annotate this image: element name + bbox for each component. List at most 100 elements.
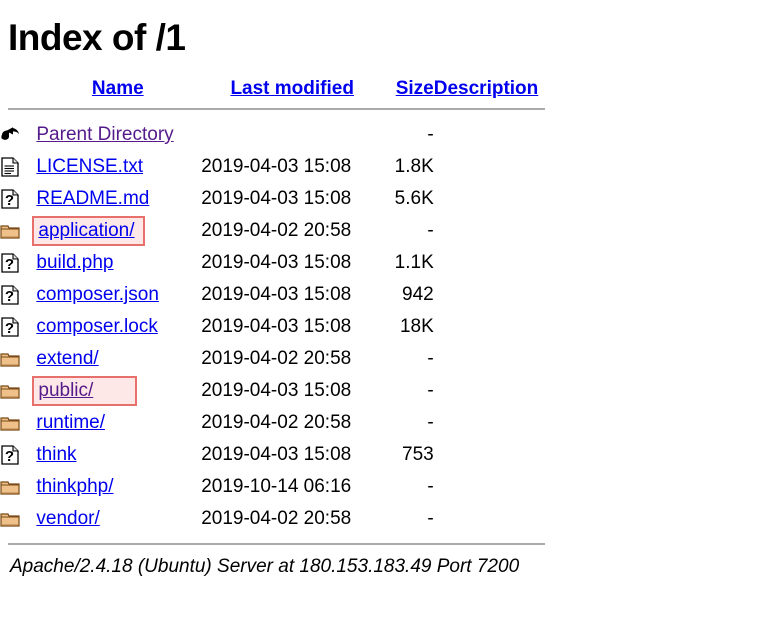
table-row: ? composer.lock 2019-04-03 15:08 18K [0,311,545,343]
row-size-cell: - [427,476,434,497]
unknown-file-icon: ? [0,316,20,338]
row-icon-cell [0,407,34,439]
row-description-cell [434,151,545,183]
row-date-cell: 2019-04-03 15:08 [201,284,352,305]
row-icon-cell: ? [0,439,34,471]
entry-link[interactable]: composer.json [36,284,159,305]
page-title: Index of /1 [8,17,186,58]
svg-text:?: ? [5,256,14,273]
sort-by-name-link[interactable]: Name [92,78,144,99]
svg-text:?: ? [5,320,14,337]
row-date-cell [201,119,383,151]
table-header-row: Name Last modified Size Description [0,60,545,100]
header-description[interactable]: Description [434,60,545,100]
name-container: README.md [34,187,151,211]
horizontal-rule-top [8,108,545,110]
unknown-file-icon: ? [0,252,20,274]
unknown-file-icon: ? [0,444,20,466]
header-divider-row [0,100,545,119]
row-date-cell: 2019-04-03 15:08 [201,156,352,177]
unknown-file-icon: ? [0,284,20,306]
table-row: ? build.php 2019-04-03 15:08 1.1K [0,247,545,279]
table-row: application/2019-04-02 20:58 - [0,215,545,247]
row-description-cell [434,119,545,151]
row-size-cell: - [427,412,434,433]
header-last-modified[interactable]: Last modified [201,60,383,100]
name-container: extend/ [34,347,100,371]
sort-by-size-link[interactable]: Size [396,78,434,99]
entry-link[interactable]: thinkphp/ [36,476,113,497]
entry-link[interactable]: vendor/ [36,508,99,529]
row-description-cell [434,311,545,343]
entry-link[interactable]: runtime/ [36,412,105,433]
entry-link[interactable]: Parent Directory [36,124,173,145]
row-size-cell: - [427,348,434,369]
row-description-cell [434,503,545,535]
folder-icon [0,508,20,530]
row-date-cell: 2019-04-03 15:08 [201,252,352,273]
entry-link[interactable]: extend/ [36,348,98,369]
row-icon-cell [0,215,34,247]
row-date-cell: 2019-04-02 20:58 [201,220,352,241]
row-date-cell: 2019-04-02 20:58 [201,508,352,529]
row-date-cell: 2019-04-02 20:58 [201,348,352,369]
row-name-cell: runtime/ [34,407,201,439]
header-name[interactable]: Name [34,60,201,100]
row-icon-cell: ? [0,247,34,279]
header-size[interactable]: Size [383,60,434,100]
header-divider-cell [0,100,545,119]
row-date-cell: 2019-04-03 15:08 [201,380,352,401]
table-row: Parent Directory - [0,119,545,151]
row-description-cell [434,439,545,471]
entry-link[interactable]: build.php [36,252,113,273]
directory-index-page: Index of /1 Name Last modified Size Desc… [0,0,784,579]
svg-text:?: ? [5,448,14,465]
row-description-cell [434,215,545,247]
text-file-icon [0,156,20,178]
table-row: runtime/2019-04-02 20:58 - [0,407,545,439]
name-container: Parent Directory [34,123,175,147]
back-icon [0,124,20,146]
table-row: LICENSE.txt 2019-04-03 15:08 1.8K [0,151,545,183]
row-date-cell: 2019-04-02 20:58 [201,412,352,433]
row-description-cell [434,343,545,375]
horizontal-rule-bottom [8,543,545,545]
name-container: composer.json [34,283,161,307]
name-container: LICENSE.txt [34,155,145,179]
row-icon-cell [0,151,34,183]
table-row: extend/2019-04-02 20:58 - [0,343,545,375]
entry-link[interactable]: LICENSE.txt [36,156,143,177]
row-size-cell: - [427,220,434,241]
row-name-cell: extend/ [34,343,201,375]
table-row: public/2019-04-03 15:08 - [0,375,545,407]
row-icon-cell [0,375,34,407]
row-description-cell [434,375,545,407]
entry-link[interactable]: README.md [36,188,149,209]
row-name-cell: build.php [34,247,201,279]
row-name-cell: think [34,439,201,471]
name-highlight-box: application/ [32,216,145,246]
name-highlight-box: public/ [32,376,138,406]
sort-by-description-link[interactable]: Description [434,78,539,99]
row-description-cell [434,407,545,439]
header-icon-column [0,60,34,100]
entry-link[interactable]: think [36,444,76,465]
svg-text:?: ? [5,288,14,305]
row-name-cell: composer.json [34,279,201,311]
folder-icon [0,380,20,402]
table-row: ? think 2019-04-03 15:08 753 [0,439,545,471]
entry-link[interactable]: public/ [38,380,93,401]
sort-by-date-link[interactable]: Last modified [230,78,354,99]
entry-link[interactable]: application/ [38,220,134,241]
entry-link[interactable]: composer.lock [36,316,157,337]
folder-icon [0,348,20,370]
row-name-cell: composer.lock [34,311,201,343]
directory-listing-table: Name Last modified Size Description Pare… [0,60,545,555]
row-size-cell: 18K [399,316,434,337]
row-icon-cell [0,119,34,151]
name-container: runtime/ [34,411,107,435]
row-name-cell: public/ [32,375,201,407]
row-description-cell [434,247,545,279]
name-container: thinkphp/ [34,475,115,499]
row-icon-cell: ? [0,279,34,311]
